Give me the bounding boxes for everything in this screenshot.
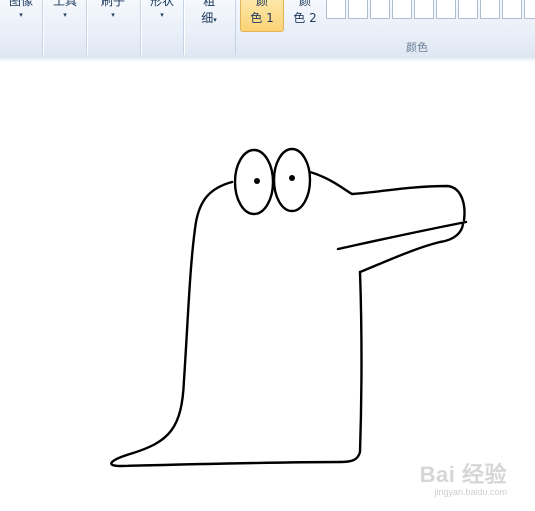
size-group: 粗 细▾	[184, 0, 234, 55]
tools-button[interactable]: 工具 ▾	[47, 0, 83, 20]
image-button-label: 图像	[8, 0, 33, 8]
paint-app-window: 图像 ▾ 工具 ▾ 刷子 ▾ 形状 ▾ 粗 细▾ 颜 色 1 颜 色 2 颜色 …	[0, 0, 535, 511]
drawing	[110, 147, 468, 468]
creature-lower-jaw	[358, 222, 465, 274]
color-1-label-line2: 色 1	[250, 11, 274, 25]
size-button-label-line1: 粗	[202, 0, 215, 8]
watermark-logo: Bai 经验	[419, 462, 507, 487]
chevron-down-icon: ▾	[19, 11, 23, 19]
color-swatch[interactable]	[436, 0, 456, 19]
brushes-group: 刷子 ▾	[87, 0, 141, 55]
shapes-button-label: 形状	[149, 0, 174, 8]
baidu-watermark: Bai 经验 jingyan.baidu.com	[420, 457, 507, 497]
color-swatch[interactable]	[502, 0, 522, 19]
creature-snout-top	[308, 170, 466, 222]
brushes-button-label: 刷子	[100, 0, 125, 8]
color-swatch[interactable]	[392, 0, 412, 19]
color-2-button[interactable]: 颜 色 2	[284, 0, 326, 31]
chevron-down-icon: ▾	[63, 11, 67, 19]
color-swatch[interactable]	[370, 0, 390, 19]
chevron-down-icon: ▾	[111, 11, 115, 19]
color-swatch[interactable]	[414, 0, 434, 19]
size-button[interactable]: 粗 细▾	[194, 0, 224, 27]
color-swatch[interactable]	[326, 0, 346, 19]
creature-body-right	[338, 270, 363, 464]
creature-right-pupil	[289, 175, 295, 181]
creature-body-bottom	[110, 180, 342, 468]
ribbon: 图像 ▾ 工具 ▾ 刷子 ▾ 形状 ▾ 粗 细▾ 颜 色 1 颜 色 2 颜色	[0, 0, 535, 58]
creature-left-pupil	[254, 178, 260, 184]
creature-left-eye	[233, 148, 275, 216]
color-swatch[interactable]	[348, 0, 368, 19]
shapes-group: 形状 ▾	[141, 0, 184, 55]
shapes-button[interactable]: 形状 ▾	[143, 0, 181, 20]
color-swatch[interactable]	[458, 0, 478, 19]
image-group: 图像 ▾	[0, 0, 43, 55]
size-button-label-line2: 细▾	[194, 11, 224, 27]
color-swatch[interactable]	[524, 0, 535, 19]
tools-group: 工具 ▾	[43, 0, 87, 55]
chevron-down-icon: ▾	[213, 16, 217, 24]
tools-button-label: 工具	[52, 0, 77, 8]
color-2-label-line1: 颜	[298, 0, 311, 8]
color-1-button[interactable]: 颜 色 1	[240, 0, 284, 32]
color-1-label-line1: 颜	[255, 0, 268, 8]
chevron-down-icon: ▾	[160, 11, 164, 19]
colors-group-label: 颜色	[406, 41, 428, 54]
size-label-text: 细	[201, 11, 214, 25]
colors-group: 颜 色 1 颜 色 2 颜色	[235, 0, 535, 55]
drawing-canvas[interactable]: Bai 经验 jingyan.baidu.com	[0, 62, 535, 511]
image-button[interactable]: 图像 ▾	[2, 0, 40, 20]
creature-jaw-line	[336, 220, 468, 251]
color-2-label-line2: 色 2	[293, 11, 317, 25]
brushes-button[interactable]: 刷子 ▾	[95, 0, 131, 20]
color-swatch[interactable]	[480, 0, 500, 19]
